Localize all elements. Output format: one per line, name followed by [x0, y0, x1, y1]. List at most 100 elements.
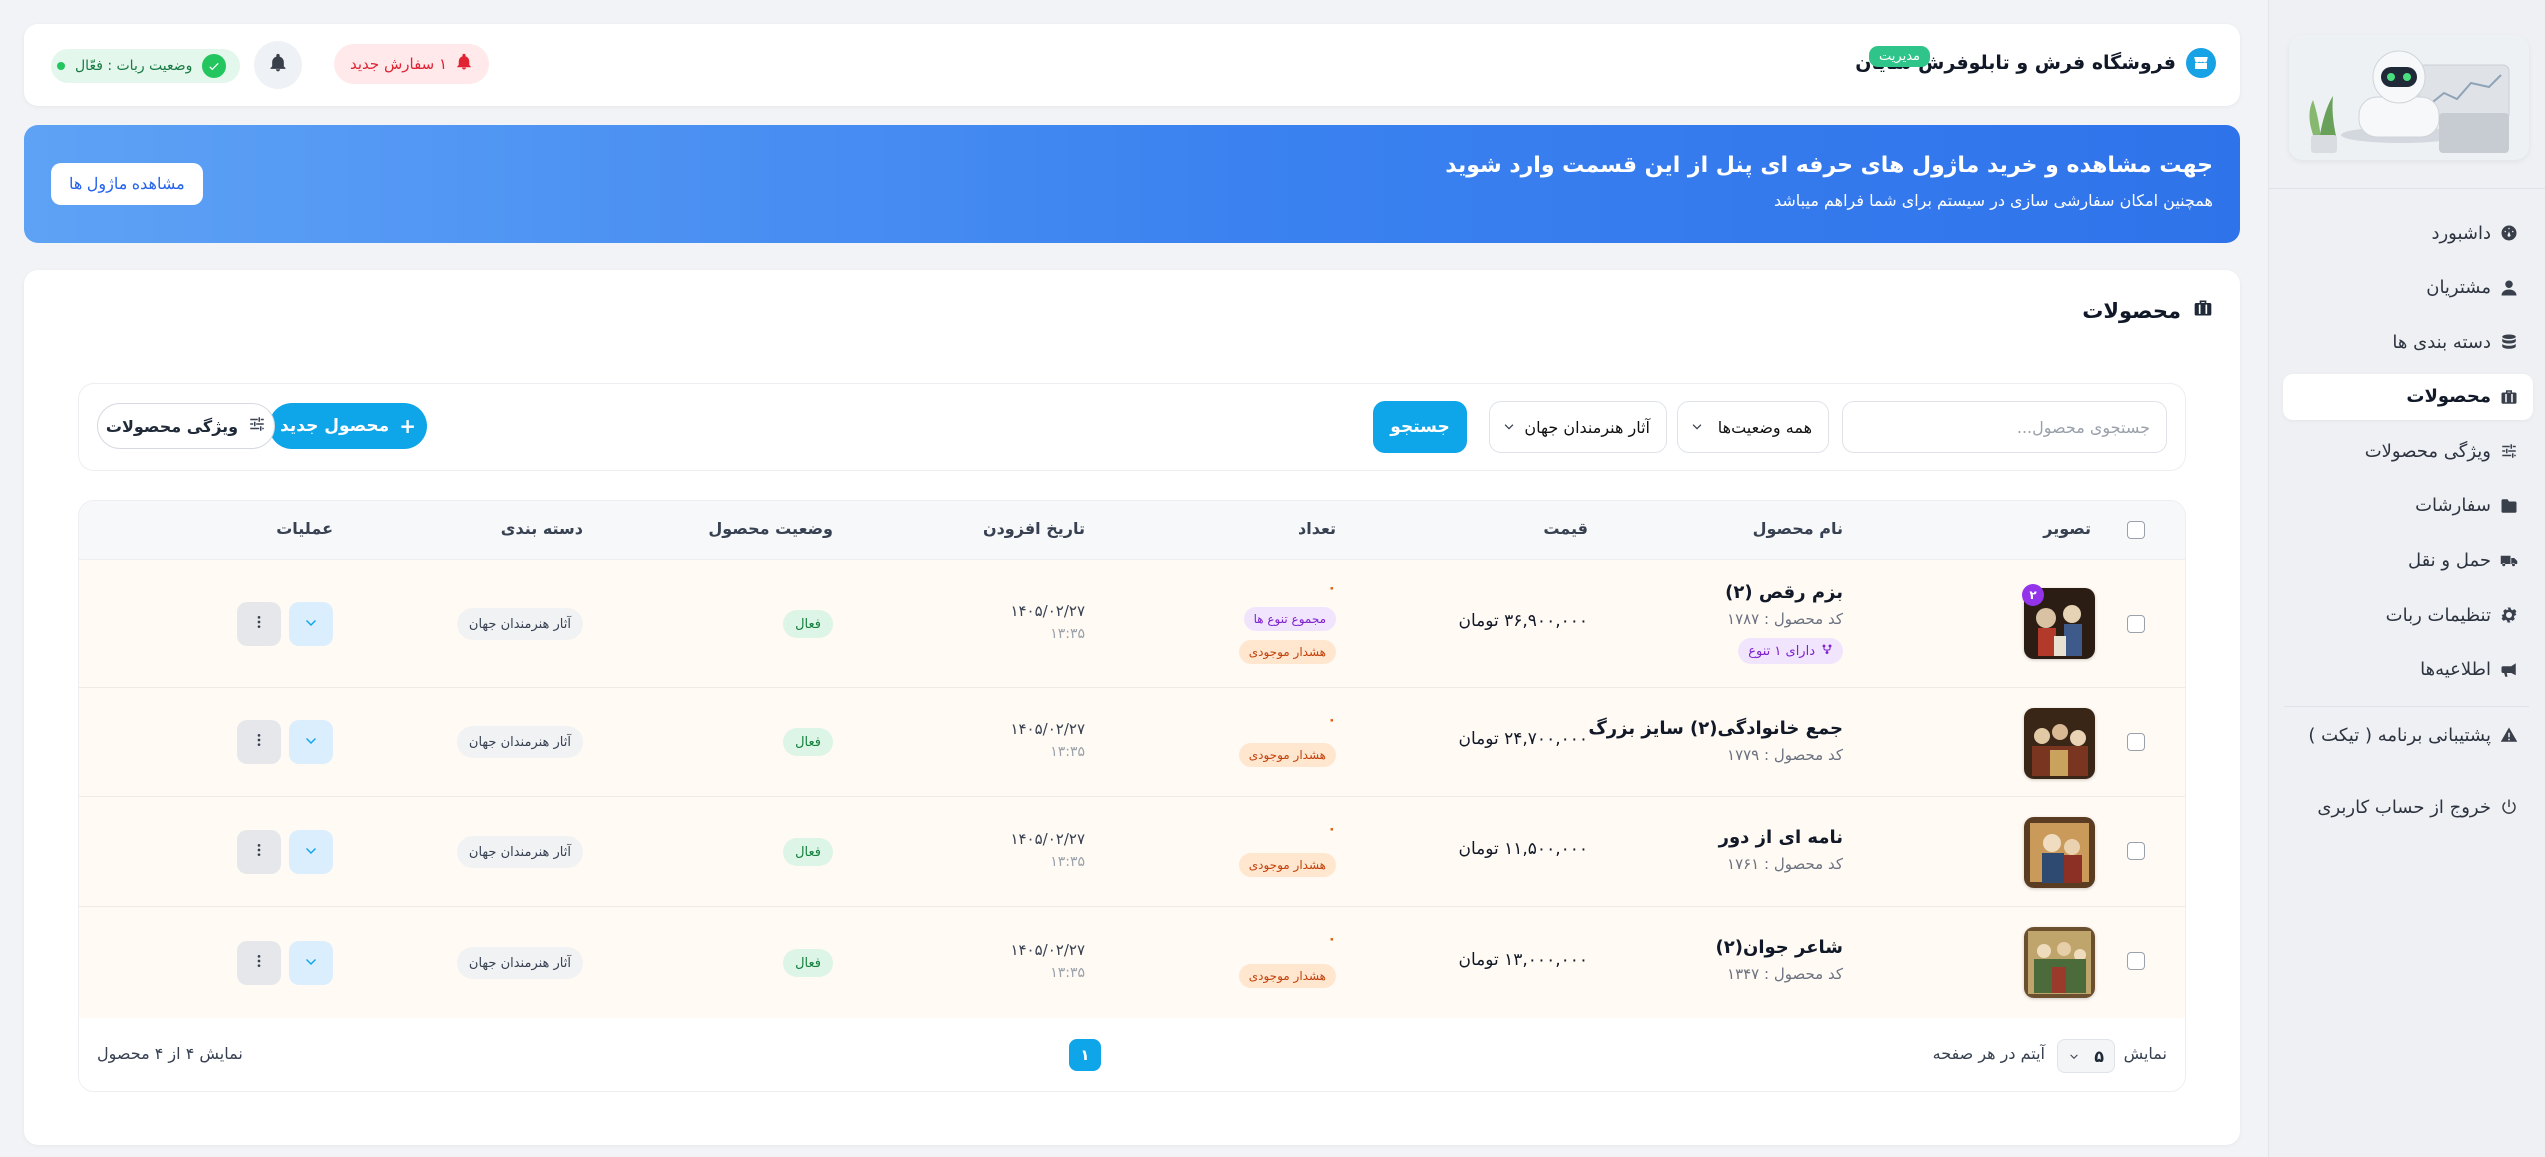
sidebar-item-categories[interactable]: دسته بندی ها	[2283, 319, 2533, 365]
sidebar-item-label: خروج از حساب کاربری	[2317, 796, 2491, 818]
category-chip: آثار هنرمندان جهان	[456, 947, 583, 979]
sidebar-divider	[2284, 706, 2529, 707]
sidebar-item-label: محصولات	[2406, 386, 2491, 408]
sidebar-nav: داشبورد مشتریان دسته بندی ها محصولات ویژ…	[2283, 210, 2533, 701]
more-actions-button[interactable]	[237, 941, 281, 985]
bot-status-badge: وضعیت ربات : فعّال	[51, 49, 241, 83]
stock-warning-tag: هشدار موجودی	[1238, 964, 1336, 988]
stock-warning-tag: هشدار موجودی	[1238, 743, 1336, 767]
dots-vertical-icon	[251, 732, 267, 752]
product-name[interactable]: بزم رقص (۲)	[1725, 582, 1843, 603]
sidebar-item-dashboard[interactable]: داشبورد	[2283, 210, 2533, 256]
product-qty: ۰	[1327, 712, 1336, 728]
database-icon	[2499, 332, 2519, 352]
table-row: شاعر جوان(۲) کد محصول : ۱۳۴۷ ۱۳,۰۰۰,۰۰۰ …	[79, 907, 2185, 1019]
sidebar-item-label: داشبورد	[2431, 222, 2491, 244]
status-badge: فعال	[783, 728, 833, 756]
category-filter-select[interactable]: آثار هنرمندان جهان	[1489, 401, 1667, 453]
variant-tag: دارای ۱ تنوع	[1738, 638, 1843, 664]
product-code: کد محصول : ۱۷۶۱	[1727, 855, 1843, 873]
dots-vertical-icon	[251, 614, 267, 634]
chevron-down-icon	[303, 842, 319, 862]
chevron-down-icon	[2068, 1047, 2080, 1066]
sidebar-divider	[2268, 188, 2545, 189]
product-name[interactable]: شاعر جوان(۲)	[1716, 937, 1843, 958]
sidebar-item-attributes[interactable]: ویژگی محصولات	[2283, 428, 2533, 474]
product-name[interactable]: نامه ای از دور	[1719, 827, 1843, 848]
row-checkbox[interactable]	[2127, 842, 2145, 860]
category-chip: آثار هنرمندان جهان	[456, 608, 583, 640]
product-date: ۱۴۰۵/۰۲/۲۷	[1010, 602, 1085, 620]
more-actions-button[interactable]	[237, 720, 281, 764]
table-row: ۲ بزم رقص (۲) کد محصول : ۱۷۸۷ دارای ۱ تن…	[79, 560, 2185, 688]
sidebar-item-bot-settings[interactable]: تنظیمات ربات	[2283, 592, 2533, 638]
table-row: نامه ای از دور کد محصول : ۱۷۶۱ ۱۱,۵۰۰,۰۰…	[79, 797, 2185, 907]
dashboard-icon	[2499, 223, 2519, 243]
per-page-select[interactable]: ۵	[2057, 1039, 2115, 1073]
banner-subtitle: همچنین امکان سفارشی سازی در سیستم برای ش…	[1773, 191, 2213, 210]
new-product-button[interactable]: + محصول جدید	[269, 403, 427, 449]
col-category: دسته بندی	[500, 519, 583, 538]
top-header: فروشگاه فرش و تابلوفرش شایان مدیریت ۱ سف…	[24, 24, 2240, 106]
search-button[interactable]: جستجو	[1373, 401, 1467, 453]
product-qty: ۰	[1327, 931, 1336, 947]
product-name[interactable]: جمع خانوادگی(۲) سایز بزرگ	[1588, 718, 1843, 739]
megaphone-icon	[2499, 660, 2519, 680]
variant-count: ۲	[2029, 588, 2037, 602]
chevron-down-icon	[303, 614, 319, 634]
product-date: ۱۴۰۵/۰۲/۲۷	[1010, 941, 1085, 959]
row-checkbox[interactable]	[2127, 952, 2145, 970]
expand-row-button[interactable]	[289, 830, 333, 874]
product-time: ۱۳:۳۵	[1050, 854, 1085, 870]
expand-row-button[interactable]	[289, 720, 333, 764]
sidebar-item-label: پشتیبانی برنامه ( تیکت )	[2308, 724, 2491, 746]
variants-sum-tag: مجموع تنوع ها	[1243, 607, 1336, 631]
col-status: وضعیت محصول	[708, 519, 833, 538]
product-time: ۱۳:۳۵	[1050, 744, 1085, 760]
bot-status-label: وضعیت ربات : فعّال	[75, 58, 193, 74]
sidebar-item-support[interactable]: پشتیبانی برنامه ( تیکت )	[2283, 712, 2533, 758]
sidebar-item-products[interactable]: محصولات	[2283, 373, 2533, 420]
sidebar-item-label: سفارشات	[2415, 495, 2491, 517]
product-thumbnail[interactable]	[2024, 817, 2095, 888]
store-icon	[2186, 48, 2216, 78]
more-actions-button[interactable]	[237, 602, 281, 646]
folder-icon	[2499, 496, 2519, 516]
row-checkbox[interactable]	[2127, 733, 2145, 751]
col-qty: تعداد	[1298, 519, 1336, 538]
new-orders-button[interactable]: ۱ سفارش جدید	[334, 44, 490, 84]
sliders-icon	[2499, 441, 2519, 461]
check-icon	[202, 54, 227, 78]
sidebar-item-label: دسته بندی ها	[2392, 331, 2491, 353]
more-actions-button[interactable]	[237, 830, 281, 874]
power-icon	[2499, 797, 2519, 817]
expand-row-button[interactable]	[289, 602, 333, 646]
products-panel: محصولات همه وضعیت‌ها آثار هنرمندان جهان …	[24, 270, 2240, 1145]
product-code: کد محصول : ۱۷۷۹	[1727, 746, 1843, 764]
table-header: تصویر نام محصول قیمت تعداد تاریخ افزودن …	[79, 501, 2185, 560]
product-time: ۱۳:۳۵	[1050, 965, 1085, 981]
sidebar-item-announcements[interactable]: اطلاعیه‌ها	[2283, 647, 2533, 693]
view-modules-button[interactable]: مشاهده ماژول ها	[51, 163, 203, 205]
product-attributes-button[interactable]: ویژگی محصولات	[97, 403, 275, 449]
product-thumbnail[interactable]	[2024, 927, 2095, 998]
truck-icon	[2499, 551, 2519, 571]
select-all-checkbox[interactable]	[2127, 521, 2145, 539]
search-input[interactable]	[1842, 401, 2167, 453]
notifications-button[interactable]	[254, 41, 302, 89]
col-name: نام محصول	[1752, 519, 1843, 538]
sidebar-item-customers[interactable]: مشتریان	[2283, 265, 2533, 311]
product-thumbnail[interactable]	[2024, 708, 2095, 779]
logout-button[interactable]: خروج از حساب کاربری	[2283, 784, 2533, 830]
status-badge: فعال	[783, 610, 833, 638]
sidebar-item-orders[interactable]: سفارشات	[2283, 483, 2533, 529]
page-button-1[interactable]: ۱	[1069, 1039, 1101, 1071]
product-attributes-label: ویژگی محصولات	[105, 416, 239, 436]
row-checkbox[interactable]	[2127, 615, 2145, 633]
bell-icon	[455, 53, 473, 75]
col-price: قیمت	[1543, 519, 1588, 538]
expand-row-button[interactable]	[289, 941, 333, 985]
status-filter-select[interactable]: همه وضعیت‌ها	[1677, 401, 1829, 453]
status-badge: فعال	[783, 838, 833, 866]
sidebar-item-shipping[interactable]: حمل و نقل	[2283, 538, 2533, 584]
